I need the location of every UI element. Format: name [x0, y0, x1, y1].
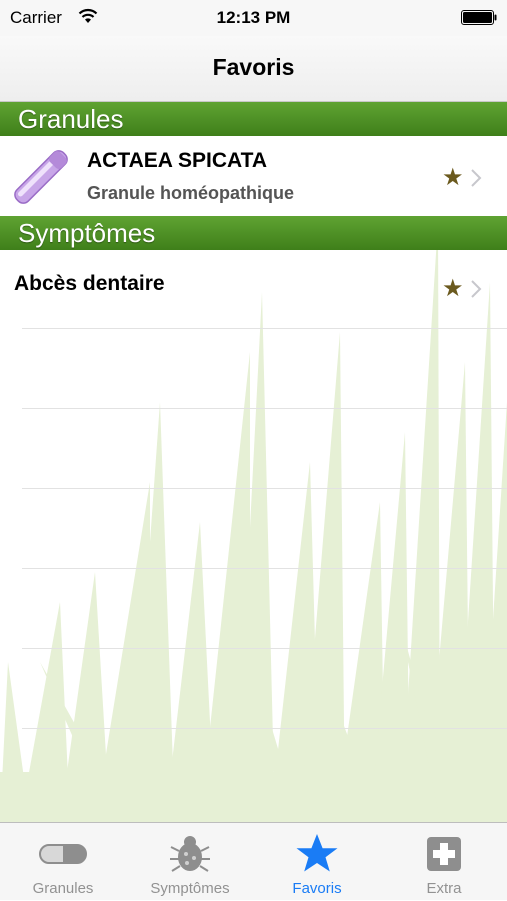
tab-label: Favoris [292, 880, 342, 897]
section-header-symptomes: Symptômes [0, 216, 507, 250]
pill-icon [39, 844, 87, 864]
list-item-actaea-spicata[interactable]: ACTAEA SPICATA Granule homéopathique ★ [0, 136, 507, 216]
tab-granules[interactable]: Granules [0, 823, 126, 901]
navigation-bar: Favoris [0, 36, 507, 102]
battery-icon [461, 10, 497, 25]
bug-icon [170, 836, 210, 872]
tab-label: Extra [426, 880, 462, 897]
granule-name: ACTAEA SPICATA [87, 149, 268, 172]
favorite-star-icon[interactable]: ★ [442, 163, 464, 192]
plus-icon [427, 837, 461, 871]
row-separator [22, 568, 507, 569]
tab-label: Symptômes [150, 880, 230, 897]
status-bar: Carrier 12:13 PM [0, 0, 507, 36]
tab-bar: Granules Symptômes Favoris Extra [0, 822, 507, 900]
row-separator [22, 728, 507, 729]
row-separator [22, 328, 507, 329]
tab-favoris[interactable]: Favoris [254, 823, 380, 901]
favorite-star-icon[interactable]: ★ [442, 274, 464, 303]
row-separator [22, 648, 507, 649]
status-time: 12:13 PM [216, 8, 291, 27]
granule-type: Granule homéopathique [87, 183, 295, 203]
tab-extra[interactable]: Extra [381, 823, 507, 901]
page-title: Favoris [212, 54, 295, 80]
section-header-granules: Granules [0, 102, 507, 136]
star-icon [296, 834, 338, 872]
tab-label: Granules [32, 880, 94, 897]
favorites-list[interactable]: Granules ACTAEA SPICATA Granule homéopat… [0, 102, 507, 822]
row-separator [22, 408, 507, 409]
chevron-right-icon [471, 280, 482, 298]
list-item-abces-dentaire[interactable]: Abcès dentaire ★ [0, 250, 507, 326]
symptom-name: Abcès dentaire [14, 272, 165, 295]
chevron-right-icon [471, 169, 482, 187]
tab-symptomes[interactable]: Symptômes [127, 823, 253, 901]
granule-tube-image [14, 150, 68, 204]
row-separator [22, 488, 507, 489]
